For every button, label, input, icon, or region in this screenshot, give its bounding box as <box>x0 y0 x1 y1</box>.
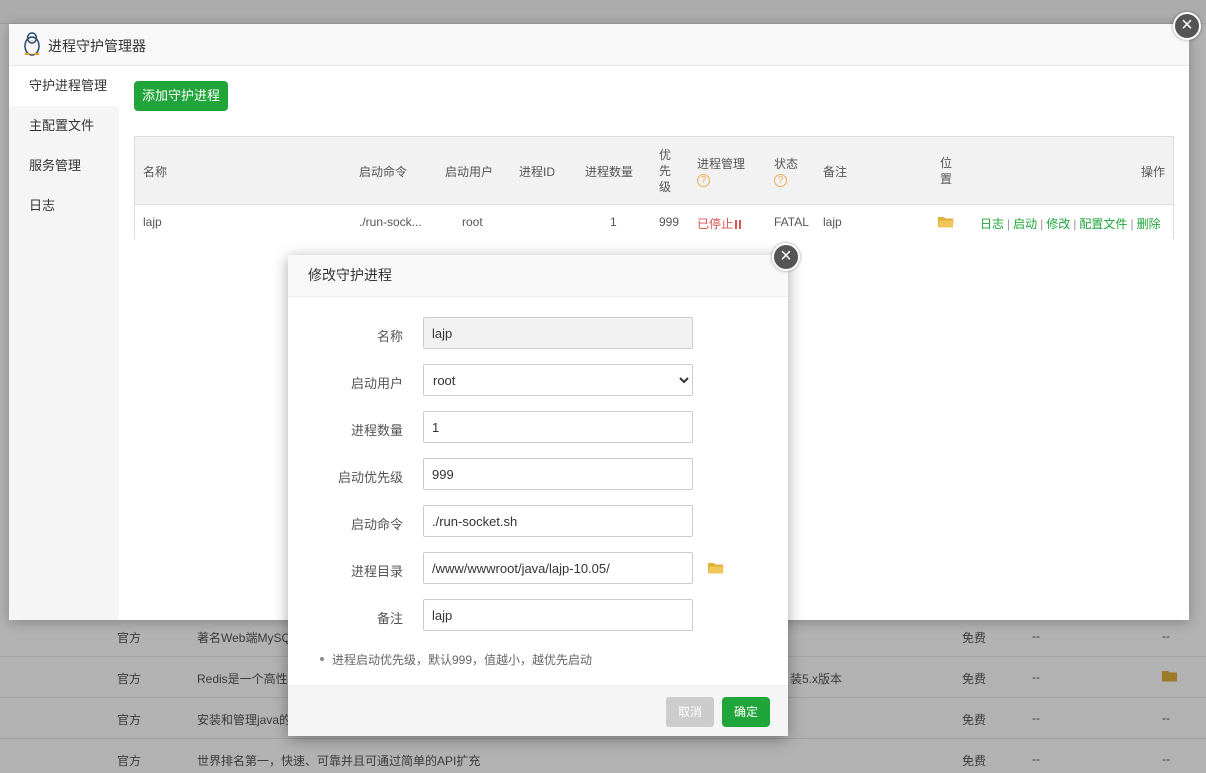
table-header: 名称 启动命令 启动用户 进程ID 进程数量 优先级 进程管理 ? 状态 ? 备… <box>135 137 1173 205</box>
col-count: 进程数量 <box>585 165 634 179</box>
sidebar-item-service[interactable]: 服务管理 <box>9 146 119 186</box>
edit-link[interactable]: 修改 <box>1046 217 1070 231</box>
cell-count: 1 <box>610 215 617 229</box>
stopped-status: 已停止 <box>697 217 734 231</box>
config-file-link[interactable]: 配置文件 <box>1079 217 1127 231</box>
confirm-button[interactable]: 确定 <box>722 697 770 727</box>
count-input[interactable] <box>423 411 693 443</box>
sidebar-item-log[interactable]: 日志 <box>9 186 119 226</box>
cell-note: lajp <box>823 215 842 229</box>
cell-priority: 999 <box>659 215 680 229</box>
dialog-footer: 取消 确定 <box>288 685 788 736</box>
dir-label: 进程目录 <box>350 564 403 579</box>
delete-link[interactable]: 删除 <box>1137 217 1161 231</box>
log-link[interactable]: 日志 <box>980 217 1004 231</box>
penguin-icon <box>21 32 43 56</box>
command-label: 启动命令 <box>350 517 403 532</box>
edit-daemon-dialog: 修改守护进程 名称 启动用户 root 进程数量 启动优先级 启动命令 进程目录… <box>288 255 788 736</box>
help-icon[interactable]: ? <box>697 174 710 187</box>
priority-label: 启动优先级 <box>337 470 403 485</box>
folder-icon[interactable] <box>708 562 724 577</box>
help-icon[interactable]: ? <box>774 174 787 187</box>
pause-icon <box>735 220 738 229</box>
start-link[interactable]: 启动 <box>1013 217 1037 231</box>
col-location: 位置 <box>940 156 953 186</box>
cell-manage[interactable]: 已停止 <box>697 215 741 232</box>
close-icon[interactable]: × <box>1173 12 1201 40</box>
folder-icon[interactable] <box>938 216 954 231</box>
add-daemon-button[interactable]: 添加守护进程 <box>134 81 228 111</box>
command-input[interactable] <box>423 505 693 537</box>
dir-input[interactable] <box>423 552 693 584</box>
cancel-button[interactable]: 取消 <box>666 697 714 727</box>
table-row: lajp ./run-sock... root 1 999 已停止 FATAL … <box>135 205 1173 239</box>
cell-command: ./run-sock... <box>359 215 422 229</box>
col-state: 状态 ? <box>774 157 799 187</box>
col-user: 启动用户 <box>445 165 494 179</box>
col-name: 名称 <box>143 165 168 179</box>
priority-input[interactable] <box>423 458 693 490</box>
cell-name: lajp <box>143 215 162 229</box>
count-label: 进程数量 <box>350 423 403 438</box>
cell-state: FATAL <box>774 215 809 229</box>
daemon-table: 名称 启动命令 启动用户 进程ID 进程数量 优先级 进程管理 ? 状态 ? 备… <box>134 136 1174 239</box>
col-priority: 优先级 <box>659 148 672 194</box>
col-note: 备注 <box>823 165 848 179</box>
name-label: 名称 <box>376 329 403 344</box>
name-input[interactable] <box>423 317 693 349</box>
sidebar-item-daemon[interactable]: 守护进程管理 <box>9 66 119 106</box>
col-ops: 操作 <box>1141 165 1166 179</box>
row-actions: 日志 | 启动 | 修改 | 配置文件 | 删除 <box>980 217 1161 231</box>
sidebar-item-main-config[interactable]: 主配置文件 <box>9 106 119 146</box>
dialog-title: 修改守护进程 <box>288 255 788 297</box>
window-title: 进程守护管理器 <box>48 38 146 54</box>
user-select[interactable]: root <box>423 364 693 396</box>
col-manage: 进程管理 ? <box>697 157 746 187</box>
close-icon[interactable]: × <box>772 243 800 271</box>
note-input[interactable] <box>423 599 693 631</box>
user-label: 启动用户 <box>350 376 403 391</box>
sidebar: 守护进程管理 主配置文件 服务管理 日志 <box>9 66 119 620</box>
col-pid: 进程ID <box>519 165 556 179</box>
cell-user: root <box>462 215 483 229</box>
col-command: 启动命令 <box>359 165 408 179</box>
window-titlebar: 进程守护管理器 <box>9 24 1189 66</box>
note-label: 备注 <box>376 611 403 626</box>
priority-hint: 进程启动优先级，默认999，值越小，越优先启动 <box>319 653 593 667</box>
